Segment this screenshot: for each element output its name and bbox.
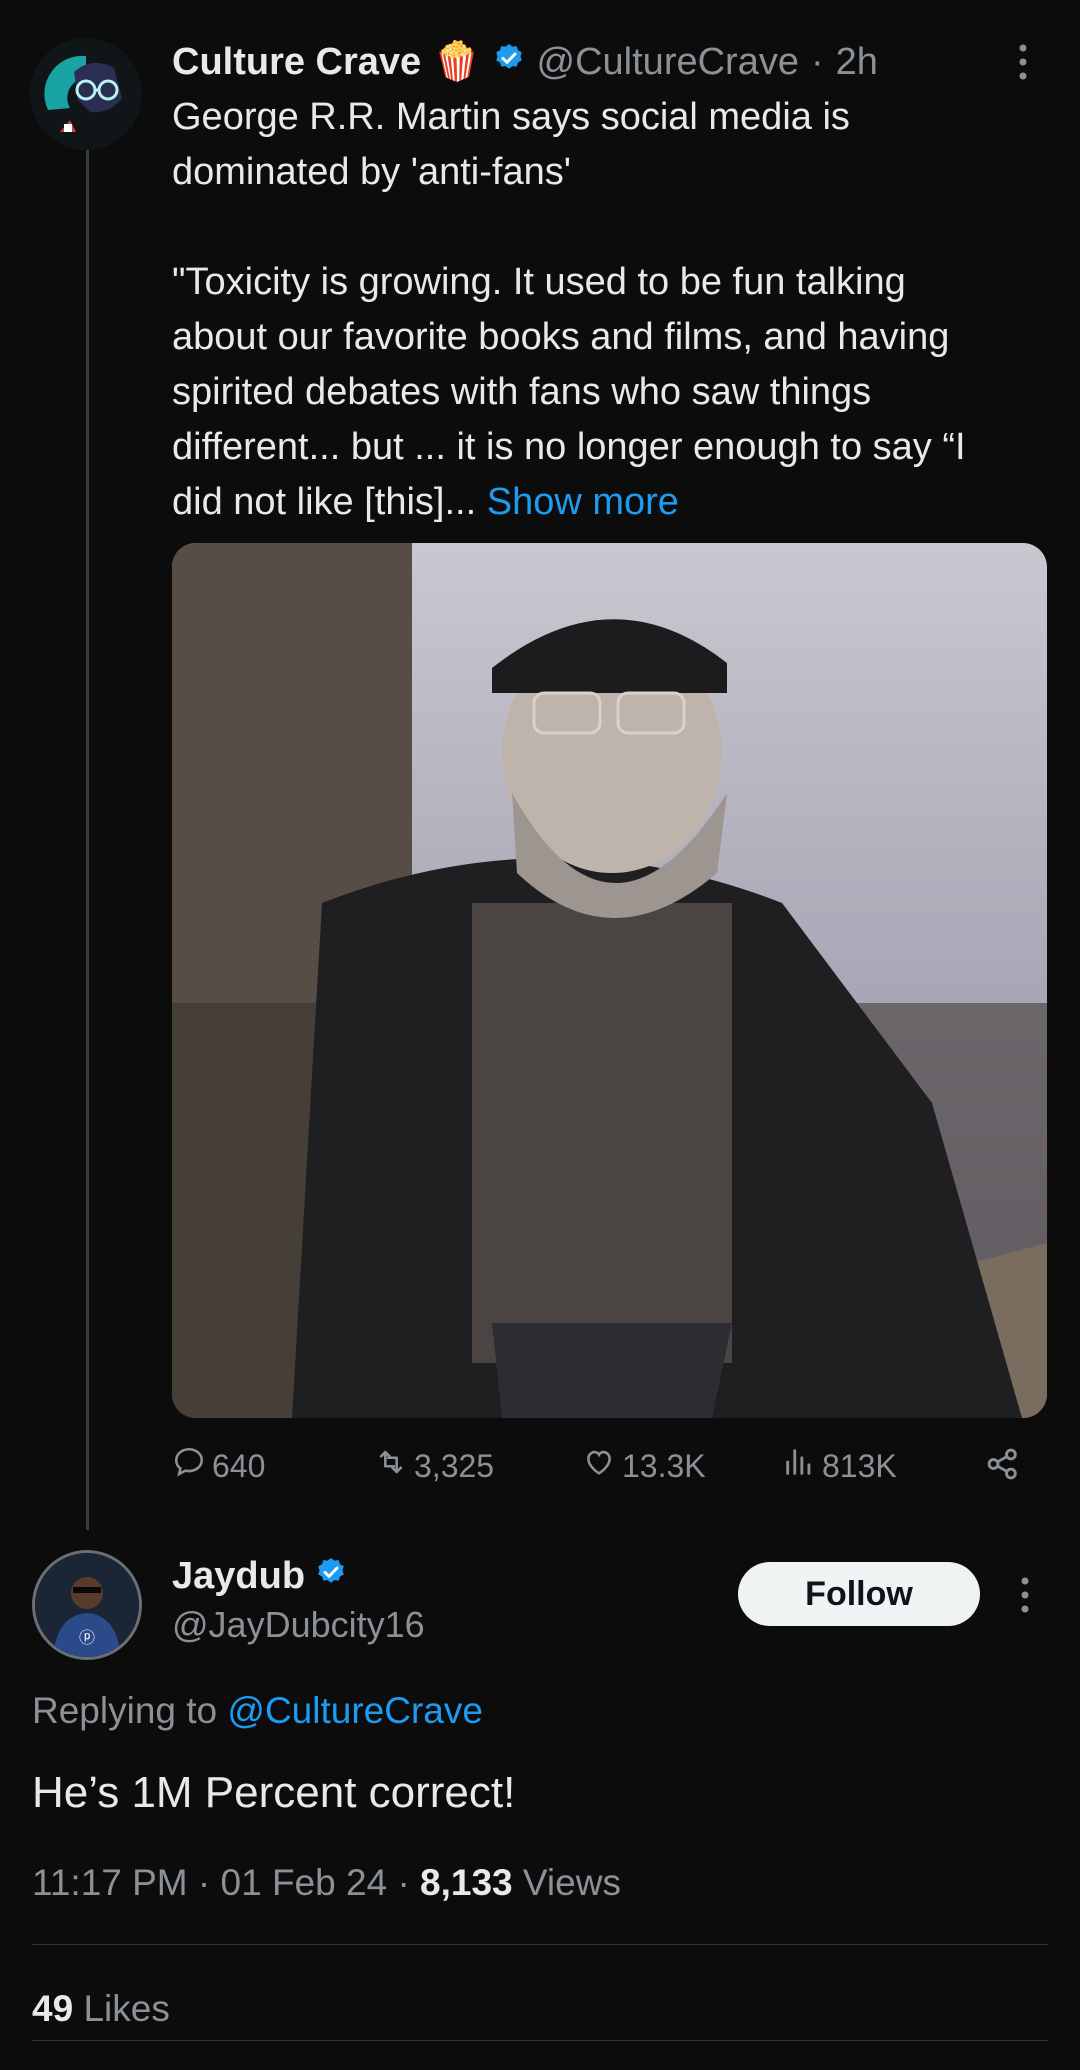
views-label: Views <box>522 1862 621 1903</box>
tweet-text: George R.R. Martin says social media is … <box>172 90 1052 530</box>
divider <box>32 2040 1048 2041</box>
show-more-link[interactable]: Show more <box>487 481 679 523</box>
tweet-line: different... but ... it is no longer eno… <box>172 426 966 468</box>
reply-author: Jaydub <box>172 1555 347 1598</box>
views-icon <box>782 1445 816 1487</box>
retweet-action[interactable]: 3,325 <box>374 1445 494 1487</box>
tweet-line: about our favorite books and films, and … <box>172 316 950 358</box>
like-action[interactable]: 13.3K <box>582 1445 706 1487</box>
share-icon <box>984 1445 1022 1491</box>
likes-label: Likes <box>83 1988 170 2029</box>
time-separator: · <box>810 40 824 83</box>
reply-author-handle[interactable]: @JayDubcity16 <box>172 1604 425 1646</box>
replying-to-handle[interactable]: @CultureCrave <box>227 1690 483 1731</box>
follow-button[interactable]: Follow <box>738 1562 980 1626</box>
tweet-line: did not like [this]... Show more <box>172 475 1052 530</box>
share-action[interactable] <box>984 1445 1022 1491</box>
views-count: 813K <box>822 1447 897 1484</box>
reply-meta: 11:17 PM · 01 Feb 24 · 8,133 Views <box>32 1862 621 1904</box>
views-count: 8,133 <box>420 1862 513 1903</box>
reply-date[interactable]: 01 Feb 24 <box>221 1862 388 1903</box>
reply-icon <box>172 1445 206 1487</box>
tweet-header: Culture Crave 🍿 @CultureCrave · 2h <box>172 34 878 90</box>
views-action[interactable]: 813K <box>782 1445 897 1487</box>
more-icon[interactable] <box>1012 1575 1038 1620</box>
author-handle[interactable]: @CultureCrave <box>537 41 799 84</box>
meta-separator: · <box>397 1862 410 1903</box>
jaydub-avatar[interactable]: ⓟ <box>32 1550 142 1660</box>
replying-prefix: Replying to <box>32 1690 218 1731</box>
reply-count: 640 <box>212 1447 266 1484</box>
replying-to: Replying to @CultureCrave <box>32 1690 483 1732</box>
like-count: 13.3K <box>622 1447 706 1484</box>
reply-time[interactable]: 11:17 PM <box>32 1862 188 1903</box>
author-name[interactable]: Culture Crave <box>172 41 421 84</box>
tweet-time[interactable]: 2h <box>836 41 878 84</box>
culture-crave-avatar[interactable] <box>30 38 142 150</box>
svg-text:ⓟ: ⓟ <box>79 1628 95 1647</box>
verified-badge-icon <box>315 1555 347 1598</box>
likes-count: 49 <box>32 1988 74 2029</box>
thread-line <box>86 140 89 1530</box>
reply-action[interactable]: 640 <box>172 1445 265 1487</box>
more-icon[interactable] <box>1010 42 1036 87</box>
tweet-line: spirited debates with fans who saw thing… <box>172 371 872 413</box>
reply-author-name[interactable]: Jaydub <box>172 1555 305 1598</box>
tweet-line: George R.R. Martin says social media is <box>172 96 850 138</box>
retweet-icon <box>374 1445 408 1487</box>
likes-summary[interactable]: 49 Likes <box>32 1988 170 2030</box>
tweet-line: "Toxicity is growing. It used to be fun … <box>172 261 906 303</box>
tweet-actions: 640 3,325 13.3K 813K <box>172 1445 1052 1491</box>
reply-text: He’s 1M Percent correct! <box>32 1768 516 1817</box>
divider <box>32 1944 1048 1945</box>
retweet-count: 3,325 <box>414 1447 495 1484</box>
verified-badge-icon <box>493 41 525 84</box>
popcorn-emoji: 🍿 <box>433 41 481 83</box>
like-icon <box>582 1445 616 1487</box>
tweet-line: dominated by 'anti-fans' <box>172 151 571 193</box>
tweet-photo[interactable] <box>172 543 1047 1418</box>
tweet-line-text: did not like [this]... <box>172 481 477 523</box>
meta-separator: · <box>197 1862 211 1903</box>
